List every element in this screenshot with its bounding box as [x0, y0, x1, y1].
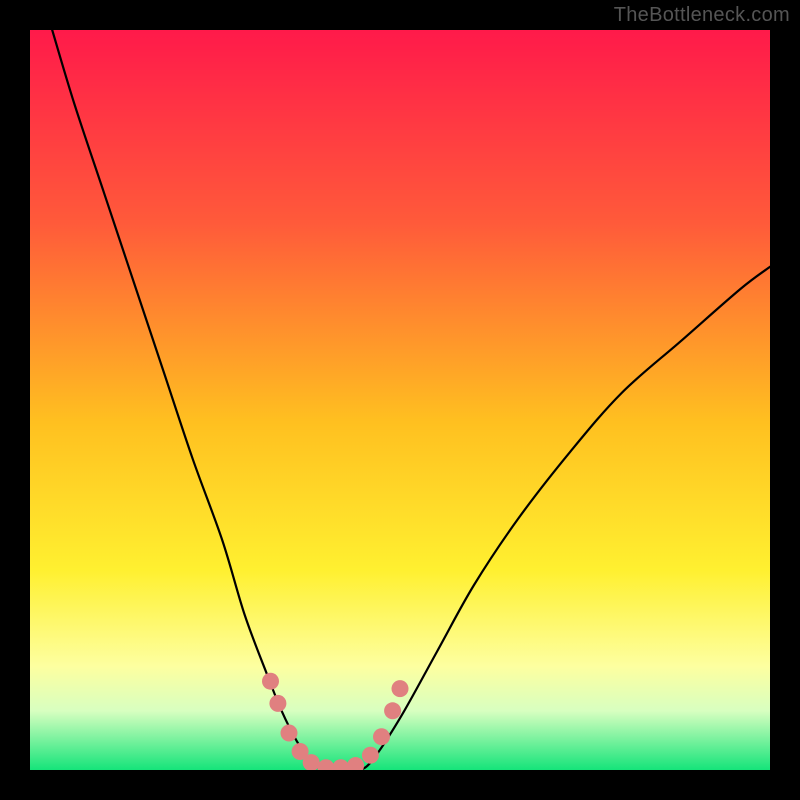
marker-dot — [392, 680, 409, 697]
gradient-background — [30, 30, 770, 770]
marker-dot — [373, 728, 390, 745]
marker-dot — [262, 673, 279, 690]
marker-dot — [281, 725, 298, 742]
bottleneck-chart — [30, 30, 770, 770]
marker-dot — [269, 695, 286, 712]
marker-dot — [384, 702, 401, 719]
marker-dot — [362, 747, 379, 764]
watermark-text: TheBottleneck.com — [614, 4, 790, 27]
plot-area — [30, 30, 770, 770]
chart-frame: TheBottleneck.com — [0, 0, 800, 800]
